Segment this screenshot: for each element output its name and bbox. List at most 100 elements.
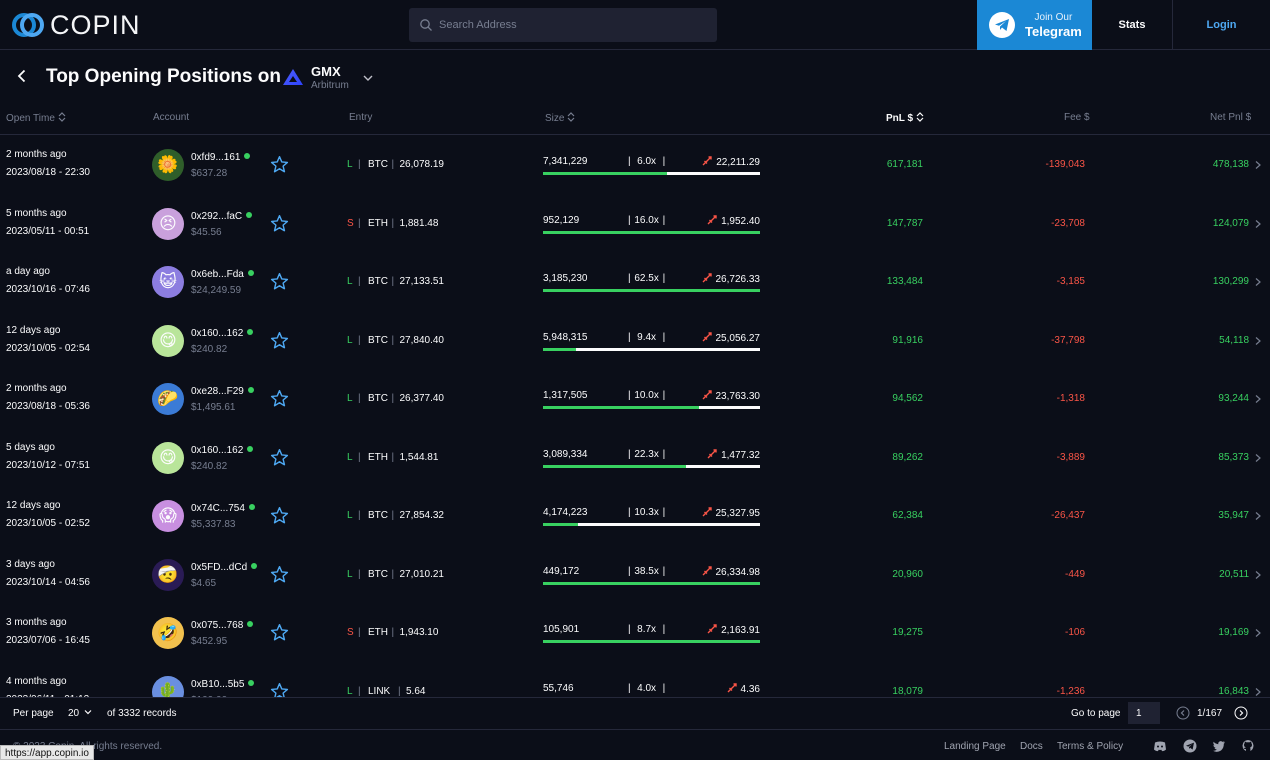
col-size[interactable]: Size xyxy=(545,112,575,124)
open-time-relative: 3 days ago xyxy=(6,558,55,570)
footer-link-terms[interactable]: Terms & Policy xyxy=(1057,741,1123,752)
discord-icon[interactable] xyxy=(1153,739,1167,753)
account-balance: $24,249.59 xyxy=(191,285,242,296)
account-balance: $4.65 xyxy=(191,577,217,589)
star-icon[interactable] xyxy=(270,331,289,350)
star-icon[interactable] xyxy=(270,506,289,525)
sort-icon xyxy=(58,112,66,122)
star-icon[interactable] xyxy=(270,155,289,174)
chevron-right-icon[interactable] xyxy=(1254,160,1262,170)
github-icon[interactable] xyxy=(1241,739,1255,753)
chevron-right-icon[interactable] xyxy=(1254,219,1262,229)
chevron-right-icon[interactable] xyxy=(1254,570,1262,580)
position-progress-fill xyxy=(543,347,576,351)
online-status-dot xyxy=(247,270,254,276)
table-row[interactable]: 12 days ago 2023/10/05 - 02:54 😋 0x160...16… xyxy=(0,312,1270,371)
account-address[interactable]: 0x5FD...dCd xyxy=(191,562,258,573)
avatar[interactable]: 🤕 xyxy=(152,558,184,591)
footer-link-docs[interactable]: Docs xyxy=(1020,741,1043,752)
table-row[interactable]: 2 months ago 2023/08/18 - 05:36 🌮 0xe28...F… xyxy=(0,370,1270,429)
protocol-chain: Arbitrum xyxy=(311,80,349,91)
star-icon[interactable] xyxy=(270,448,289,467)
account-address[interactable]: 0x160...162 xyxy=(191,445,254,456)
star-icon[interactable] xyxy=(270,682,289,698)
protocol-name[interactable]: GMX xyxy=(311,64,341,79)
chevron-right-icon[interactable] xyxy=(1254,687,1262,697)
table-row[interactable]: 12 days ago 2023/10/05 - 02:52 😱 0x74C...75… xyxy=(0,487,1270,546)
position-side: L xyxy=(347,334,353,346)
avatar[interactable]: 🌮 xyxy=(152,383,184,415)
star-icon[interactable] xyxy=(270,389,289,408)
position-progress-fill xyxy=(543,406,700,409)
liquidation-icon xyxy=(702,273,712,283)
prev-page-icon[interactable] xyxy=(1176,706,1190,720)
open-time-relative: 12 days ago xyxy=(6,500,61,511)
star-icon[interactable] xyxy=(270,623,289,642)
account-address[interactable]: 0xe28...F29 xyxy=(191,386,254,397)
position-progress-fill xyxy=(543,289,760,292)
next-page-icon[interactable] xyxy=(1234,706,1248,720)
telegram-footer-icon[interactable] xyxy=(1183,739,1197,753)
star-icon[interactable] xyxy=(270,565,289,584)
chevron-right-icon[interactable] xyxy=(1254,394,1262,404)
table-row[interactable]: 4 months ago2023/06/11 - 01:12🌵0xB10...5… xyxy=(0,663,1270,698)
avatar[interactable]: 😺 xyxy=(152,266,184,298)
search-input[interactable] xyxy=(439,19,699,31)
login-button[interactable]: Login xyxy=(1173,0,1270,50)
table-row[interactable]: 3 days ago 2023/10/14 - 04:56 🤕 0x5FD...dCd… xyxy=(0,546,1270,605)
telegram-small-label: Join Our xyxy=(1034,12,1073,23)
col-pnl[interactable]: PnL $ xyxy=(886,112,924,124)
search-box[interactable] xyxy=(409,8,717,42)
avatar[interactable]: 😱 xyxy=(152,500,184,532)
liquidation-value: 23,763.30 xyxy=(715,391,761,402)
footer-link-landing[interactable]: Landing Page xyxy=(944,741,1006,752)
avatar[interactable]: 😋 xyxy=(152,441,184,474)
chevron-right-icon[interactable] xyxy=(1254,511,1262,521)
account-address-text: 0xfd9...161 xyxy=(191,152,241,163)
account-address[interactable]: 0xB10...5b5 xyxy=(191,679,255,690)
chevron-right-icon[interactable] xyxy=(1254,277,1262,287)
leverage-value: 8.7x xyxy=(637,624,657,635)
table-row[interactable]: a day ago 2023/10/16 - 07:46 😺 0x6eb...Fda $… xyxy=(0,253,1270,312)
net-pnl-value: 20,511 xyxy=(1219,568,1249,580)
star-icon[interactable] xyxy=(270,272,289,291)
separator: | xyxy=(391,510,395,521)
avatar[interactable]: 😋 xyxy=(152,324,184,357)
join-telegram-button[interactable]: Join Our Telegram xyxy=(977,0,1092,50)
fee-value: -139,043 xyxy=(1045,159,1085,170)
col-entry: Entry xyxy=(349,112,373,123)
account-address[interactable]: 0xfd9...161 xyxy=(191,152,251,163)
table-row[interactable]: 3 months ago 2023/07/06 - 16:45 🤣 0x075...7… xyxy=(0,604,1270,663)
twitter-icon[interactable] xyxy=(1212,739,1226,753)
avatar[interactable]: 🌵 xyxy=(152,675,184,697)
copin-logo[interactable]: COPIN xyxy=(12,11,141,39)
table-row[interactable]: 5 months ago 2023/05/11 - 00:51 😣 0x292...f… xyxy=(0,195,1270,254)
chevron-right-icon[interactable] xyxy=(1254,453,1262,463)
liquidation-price: 1,477.32 xyxy=(690,448,760,461)
goto-page-input[interactable] xyxy=(1128,702,1160,724)
back-arrow-icon[interactable] xyxy=(14,68,30,84)
chevron-right-icon[interactable] xyxy=(1254,336,1262,346)
position-progress-bar xyxy=(543,347,760,351)
col-open-time[interactable]: Open Time xyxy=(6,112,66,124)
account-address[interactable]: 0x6eb...Fda xyxy=(191,269,254,280)
account-address[interactable]: 0x292...faC xyxy=(191,211,253,222)
chevron-right-icon[interactable] xyxy=(1254,628,1262,638)
net-pnl-value: 19,169 xyxy=(1218,627,1249,638)
avatar[interactable]: 🌼 xyxy=(152,149,184,181)
per-page-select[interactable]: 20 xyxy=(68,708,92,719)
avatar[interactable]: 🤣 xyxy=(152,617,184,649)
avatar[interactable]: 😣 xyxy=(152,207,184,240)
chevron-down-icon[interactable] xyxy=(362,72,374,84)
records-count: of 3332 records xyxy=(107,708,177,719)
liquidation-value: 25,327.95 xyxy=(715,508,761,519)
account-address[interactable]: 0x74C...754 xyxy=(191,503,255,514)
fee-value: -26,437 xyxy=(1051,510,1085,521)
separator: | xyxy=(358,276,361,287)
star-icon[interactable] xyxy=(270,214,289,233)
table-row[interactable]: 2 months ago 2023/08/18 - 22:30 🌼 0xfd9...1… xyxy=(0,136,1270,195)
account-address[interactable]: 0x160...162 xyxy=(191,328,254,339)
table-row[interactable]: 5 days ago 2023/10/12 - 07:51 😋 0x160...162… xyxy=(0,429,1270,488)
nav-stats-link[interactable]: Stats xyxy=(1092,0,1173,50)
account-address[interactable]: 0x075...768 xyxy=(191,620,254,631)
